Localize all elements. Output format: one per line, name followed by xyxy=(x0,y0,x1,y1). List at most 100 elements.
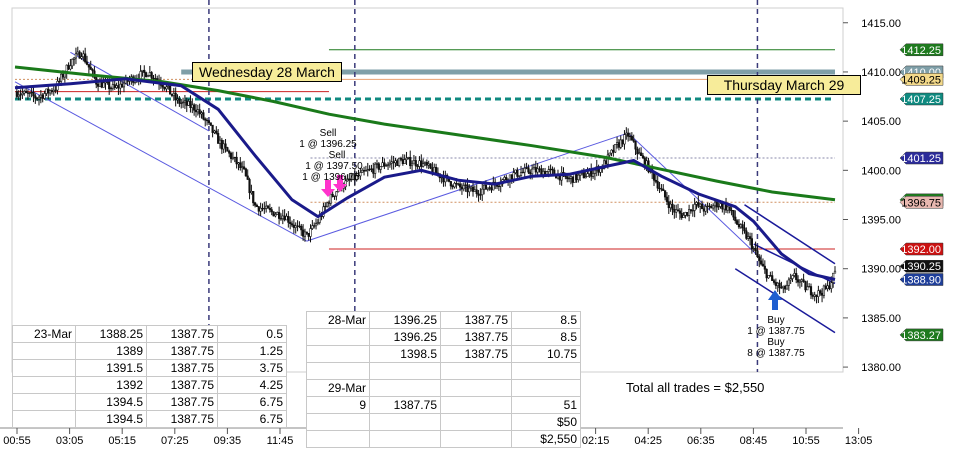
candle-body-171 xyxy=(329,193,332,204)
trend-line-3 xyxy=(627,132,762,260)
buy-label-2: Buy xyxy=(767,337,785,348)
candle-body-253 xyxy=(481,188,484,196)
candle-body-100 xyxy=(198,109,201,115)
candle-body-243 xyxy=(462,185,465,190)
table-left-row: 1394.5 1387.75 6.75 xyxy=(12,393,287,411)
candle-body-211 xyxy=(403,159,406,164)
sell-fill-2: 1 @ 1397.50 xyxy=(305,161,363,172)
candle-body-8 xyxy=(28,92,31,94)
table-left-cell: 1387.75 xyxy=(146,342,218,360)
table-right-cell xyxy=(306,413,370,431)
candle-body-207 xyxy=(396,160,399,166)
candle-body-394 xyxy=(741,224,744,229)
candle-body-272 xyxy=(516,169,519,177)
candle-body-358 xyxy=(675,209,678,213)
price-tag-0: 1412.25 xyxy=(901,45,941,57)
table-right-cell: 8.5 xyxy=(511,311,581,329)
table-right-row: 1398.5 1387.75 10.75 xyxy=(306,345,581,363)
table-right-row: 28-Mar 1396.25 1387.75 8.5 xyxy=(306,311,581,329)
candle-body-92 xyxy=(183,100,187,103)
candle-body-279 xyxy=(529,171,532,175)
candle-body-213 xyxy=(407,157,410,159)
candle-body-225 xyxy=(429,163,432,169)
table-right-cell xyxy=(369,379,441,397)
candle-body-139 xyxy=(270,209,273,213)
table-right-cell xyxy=(306,328,370,346)
candle-body-75 xyxy=(152,77,155,80)
candle-body-254 xyxy=(482,184,486,190)
price-tag-10: 1383.27 xyxy=(901,330,941,342)
candle-body-194 xyxy=(372,168,375,174)
trend-line-1 xyxy=(14,81,308,242)
candle-body-74 xyxy=(150,72,153,79)
candle-body-277 xyxy=(525,167,528,169)
candle-body-282 xyxy=(534,167,537,173)
candle-body-196 xyxy=(375,163,379,165)
candle-body-89 xyxy=(178,98,181,104)
candle-body-274 xyxy=(519,172,523,177)
candle-body-111 xyxy=(218,139,222,144)
candle-body-399 xyxy=(750,238,753,250)
table-left-cell: 1387.75 xyxy=(146,325,218,343)
candle-body-150 xyxy=(290,223,294,226)
candle-body-340 xyxy=(641,155,645,159)
candle-body-384 xyxy=(723,203,726,210)
candle-body-350 xyxy=(660,188,663,190)
candle-body-280 xyxy=(531,168,534,175)
candle-body-88 xyxy=(176,98,179,101)
candle-body-242 xyxy=(460,186,464,190)
candle-body-121 xyxy=(237,162,240,165)
candle-body-1 xyxy=(15,91,18,97)
candle-body-364 xyxy=(686,212,689,216)
candle-body-390 xyxy=(734,216,737,221)
table-right-cell: 28-Mar xyxy=(306,311,370,329)
candle-body-138 xyxy=(268,207,271,210)
candle-body-402 xyxy=(756,250,759,258)
table-right-cell xyxy=(440,379,512,397)
candle-body-201 xyxy=(385,165,388,167)
table-left-cell: 1394.5 xyxy=(75,393,147,411)
candle-body-379 xyxy=(713,201,717,207)
candle-body-82 xyxy=(165,86,168,90)
candle-body-94 xyxy=(187,101,190,106)
candle-body-290 xyxy=(549,168,552,171)
candle-body-421 xyxy=(791,275,794,279)
candle-body-418 xyxy=(785,285,789,290)
candle-body-310 xyxy=(586,173,589,177)
candle-body-193 xyxy=(370,168,373,170)
candle-body-41 xyxy=(89,66,92,70)
candle-body-256 xyxy=(486,187,489,190)
candle-body-258 xyxy=(490,187,493,191)
candle-body-168 xyxy=(324,205,327,208)
price-tag-4: 1401.25 xyxy=(901,153,941,165)
table-left-cell: 1387.75 xyxy=(146,393,218,411)
x-tick-label-13: 06:35 xyxy=(687,435,715,447)
candle-body-128 xyxy=(250,191,253,194)
candle-body-159 xyxy=(307,233,310,237)
candle-body-297 xyxy=(562,171,565,174)
x-tick-label-16: 13:05 xyxy=(845,435,873,447)
trades-table-23-mar: 23-Mar 1388.25 1387.75 0.5 1389 1387.75 1.25 13… xyxy=(12,325,287,428)
candle-body-151 xyxy=(292,224,295,228)
candle-body-125 xyxy=(244,168,247,177)
candle-body-199 xyxy=(381,162,384,167)
candle-body-309 xyxy=(584,176,587,179)
table-right-row: 1396.25 1387.75 8.5 xyxy=(306,328,581,346)
candle-body-25 xyxy=(60,73,63,82)
y-tick-label-1: 1410.00 xyxy=(861,67,901,79)
candle-body-373 xyxy=(702,208,705,212)
table-left-cell: 23-Mar xyxy=(12,325,76,343)
candle-body-441 xyxy=(828,285,831,289)
candle-body-7 xyxy=(26,92,30,94)
table-right-cell: 1387.75 xyxy=(369,396,441,414)
candle-body-430 xyxy=(808,286,811,288)
price-tag-8: 1390.25 xyxy=(901,261,941,273)
candle-body-52 xyxy=(109,87,113,90)
buy-fill-1: 1 @ 1387.75 xyxy=(747,326,805,337)
candle-body-439 xyxy=(824,285,827,289)
candle-body-123 xyxy=(241,166,244,168)
candle-body-164 xyxy=(316,222,319,224)
candle-body-20 xyxy=(50,90,54,92)
candle-body-38 xyxy=(84,53,87,63)
y-tick-label-3: 1400.00 xyxy=(861,165,901,177)
